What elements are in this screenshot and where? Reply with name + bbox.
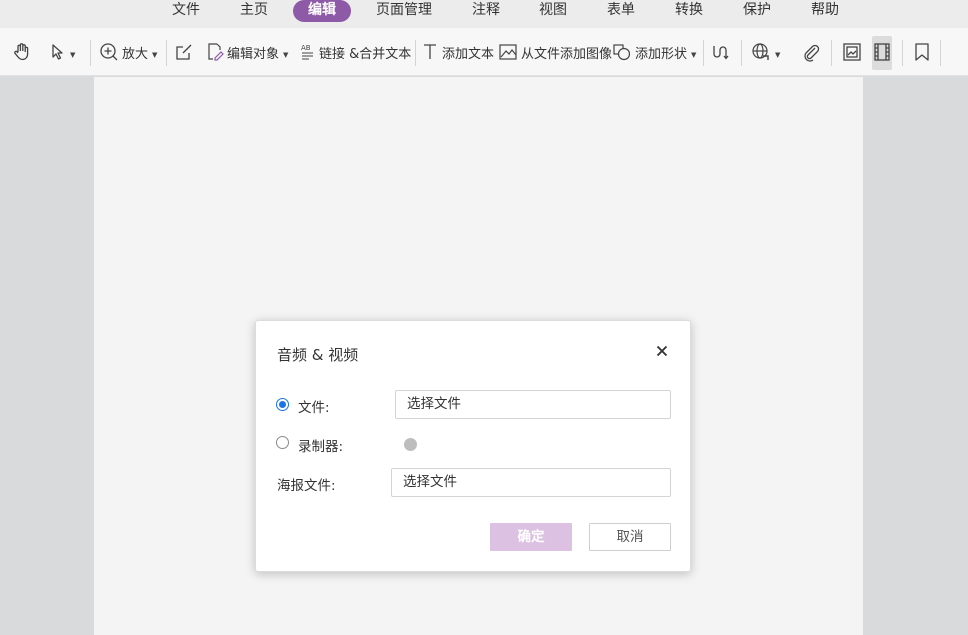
toolbar-divider — [703, 40, 704, 66]
toolbar-divider — [166, 40, 167, 66]
poster-file-input[interactable]: 选择文件 — [391, 468, 671, 497]
add-shape-button[interactable]: 添加形状 ▼ — [612, 28, 696, 76]
text-t-icon — [424, 44, 436, 59]
edit-object-label: 编辑对象 — [227, 46, 280, 62]
film-icon — [874, 43, 890, 61]
connector-curve-icon — [713, 46, 729, 60]
add-image-label: 从文件添加图像 — [521, 46, 613, 62]
menu-file[interactable]: 文件 — [166, 0, 206, 22]
recorder-label: 录制器: — [298, 439, 344, 455]
edit-all-button[interactable] — [174, 28, 194, 76]
chevron-down-icon[interactable]: ▼ — [283, 51, 288, 59]
file-label: 文件: — [298, 400, 330, 416]
menu-page-management[interactable]: 页面管理 — [374, 0, 434, 22]
record-indicator — [404, 438, 417, 451]
dialog-title: 音频 & 视频 — [277, 346, 359, 364]
chevron-down-icon[interactable]: ▼ — [775, 51, 780, 59]
hand-tool-button[interactable] — [12, 28, 32, 76]
cursor-arrow-icon — [52, 44, 63, 60]
add-image-button[interactable]: 从文件添加图像 — [498, 28, 612, 76]
menu-form[interactable]: 表单 — [601, 0, 641, 22]
edit-object-button[interactable]: 编辑对象 ▼ — [206, 28, 288, 76]
menu-edit[interactable]: 编辑 — [293, 0, 351, 22]
toolbar-divider — [831, 40, 832, 66]
link-text-icon: AB — [301, 44, 313, 60]
cancel-button[interactable]: 取消 — [589, 523, 671, 551]
toolbar-divider — [741, 40, 742, 66]
menu-protect[interactable]: 保护 — [737, 0, 777, 22]
file-select-input[interactable]: 选择文件 — [395, 390, 671, 419]
edit-square-icon — [176, 44, 192, 60]
connector-tool-button[interactable] — [711, 28, 731, 76]
menu-help[interactable]: 帮助 — [805, 0, 845, 22]
menu-comment[interactable]: 注释 — [466, 0, 506, 22]
bookmark-icon — [915, 43, 929, 61]
hand-icon — [14, 43, 29, 61]
menu-bar: 文件 主页 编辑 页面管理 注释 视图 表单 转换 保护 帮助 — [0, 0, 968, 28]
add-text-label: 添加文本 — [442, 46, 495, 62]
file-radio[interactable] — [276, 398, 289, 411]
chevron-down-icon[interactable]: ▼ — [70, 51, 75, 59]
globe-link-icon — [752, 43, 769, 60]
recorder-radio[interactable] — [276, 436, 289, 449]
select-tool-button[interactable]: ▼ — [50, 28, 75, 76]
ok-button[interactable]: 确定 — [490, 523, 572, 551]
audio-video-button[interactable] — [873, 28, 891, 76]
toolbar-divider — [90, 40, 91, 66]
image-icon — [499, 44, 517, 60]
close-icon[interactable] — [654, 343, 670, 359]
menu-home[interactable]: 主页 — [234, 0, 274, 22]
image-frame-button[interactable] — [842, 28, 862, 76]
poster-file-label: 海报文件: — [277, 478, 336, 494]
toolbar-divider — [415, 40, 416, 66]
zoom-label: 放大 — [122, 46, 149, 62]
add-shape-label: 添加形状 — [635, 46, 688, 62]
shapes-icon — [613, 44, 631, 61]
attachment-button[interactable] — [801, 28, 821, 76]
menu-view[interactable]: 视图 — [533, 0, 573, 22]
paperclip-icon — [804, 44, 820, 62]
svg-text:AB: AB — [301, 44, 311, 52]
zoom-in-button[interactable]: 放大 ▼ — [99, 28, 157, 76]
toolbar-divider — [940, 40, 941, 66]
chevron-down-icon[interactable]: ▼ — [152, 51, 157, 59]
link-merge-text-button[interactable]: AB 链接 &合并文本 — [300, 28, 411, 76]
bookmark-button[interactable] — [913, 28, 931, 76]
audio-video-dialog: 音频 & 视频 文件: 选择文件 录制器: 海报文件: 选择文件 确定 取消 — [255, 320, 691, 572]
zoom-in-icon — [100, 43, 118, 61]
add-text-button[interactable]: 添加文本 — [421, 28, 494, 76]
edit-object-icon — [208, 43, 224, 61]
image-frame-icon — [843, 43, 861, 61]
link-button[interactable]: ▼ — [751, 28, 780, 76]
chevron-down-icon[interactable]: ▼ — [691, 51, 696, 59]
menu-convert[interactable]: 转换 — [669, 0, 709, 22]
link-merge-text-label: 链接 &合并文本 — [319, 46, 412, 62]
toolbar-divider — [902, 40, 903, 66]
